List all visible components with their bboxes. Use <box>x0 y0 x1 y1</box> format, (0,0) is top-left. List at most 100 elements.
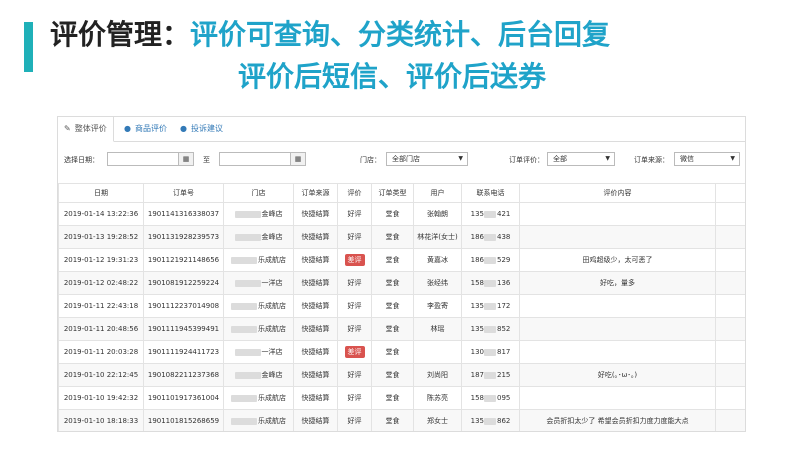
column-header[interactable]: 评价 <box>337 183 372 203</box>
phone-suffix: 438 <box>497 233 511 241</box>
tab-overall-review[interactable]: ✎ 整体评价 <box>58 117 114 142</box>
tab-complaints[interactable]: ● 投诉建议 <box>174 117 229 141</box>
store-name: 金峰店 <box>261 210 283 218</box>
caret-down-icon: ▼ <box>730 155 735 162</box>
redacted-blur <box>234 371 261 379</box>
cell-order-number: 1901121921148656 <box>143 248 224 272</box>
cell-order-number: 1901131928239573 <box>143 225 224 249</box>
store-name: 一洋店 <box>261 348 283 356</box>
tab-label: 整体评价 <box>74 124 107 133</box>
calendar-icon[interactable]: ▦ <box>290 153 305 165</box>
column-header[interactable]: 订单来源 <box>293 183 338 203</box>
rating-badge: 好评 <box>347 394 362 402</box>
store-select[interactable]: 全部门店 ▼ <box>386 152 468 166</box>
cell-empty <box>715 202 745 226</box>
redacted-blur <box>234 279 261 287</box>
cell-order-type: 堂食 <box>371 340 414 364</box>
phone-prefix: 186 <box>470 233 484 241</box>
cell-empty <box>715 294 745 318</box>
cell-phone: 135 421 <box>461 202 520 226</box>
phone-suffix: 136 <box>497 279 511 287</box>
phone-suffix: 862 <box>497 417 511 425</box>
source-select[interactable]: 微信 ▼ <box>674 152 740 166</box>
cell-date: 2019-01-11 22:43:18 <box>58 294 144 318</box>
table-row[interactable]: 2019-01-10 22:12:45 1901082211237368 金峰店 快捷… <box>58 363 745 387</box>
table-row[interactable]: 2019-01-11 22:43:18 1901112237014908 乐成航店快… <box>58 294 745 318</box>
column-header[interactable]: 订单号 <box>143 183 224 203</box>
phone-prefix: 158 <box>470 394 484 402</box>
tab-label: 投诉建议 <box>190 124 223 133</box>
cell-rating: 好评 <box>337 202 372 226</box>
table-row[interactable]: 2019-01-10 18:18:33 1901101815268659 乐成航店快… <box>58 409 745 431</box>
source-select-value: 微信 <box>680 155 694 163</box>
cell-order-type: 堂食 <box>371 271 414 295</box>
rating-badge: 好评 <box>347 371 362 379</box>
cell-phone: 186 438 <box>461 225 520 249</box>
table-row[interactable]: 2019-01-11 20:48:56 1901111945399491 乐成航店快… <box>58 317 745 341</box>
table-row[interactable]: 2019-01-12 19:31:23 1901121921148656 乐成航店快… <box>58 248 745 272</box>
column-header[interactable]: 评价内容 <box>519 183 716 203</box>
cell-phone: 158 095 <box>461 386 520 410</box>
table-row[interactable]: 2019-01-14 13:22:36 1901141316338037 金峰店 快捷… <box>58 202 745 226</box>
date-label: 选择日期： <box>64 156 99 164</box>
cell-empty <box>715 248 745 272</box>
header-title: 评价管理： <box>50 18 191 51</box>
rating-badge: 好评 <box>347 325 362 333</box>
phone-prefix: 158 <box>470 279 484 287</box>
table-row[interactable]: 2019-01-11 20:03:28 1901111924411723 一洋店 快捷… <box>58 340 745 364</box>
cell-date: 2019-01-11 20:03:28 <box>58 340 144 364</box>
source-label: 订单来源： <box>634 156 669 164</box>
phone-prefix: 186 <box>470 256 484 264</box>
redacted-blur <box>231 417 257 425</box>
cell-store: 乐成航店 <box>223 409 294 431</box>
redacted-blur <box>231 394 257 402</box>
redacted-blur <box>484 394 496 402</box>
caret-down-icon: ▼ <box>458 155 463 162</box>
tab-product-review[interactable]: ● 商品评价 <box>118 117 173 141</box>
rating-badge: 好评 <box>347 279 362 287</box>
table-row[interactable]: 2019-01-12 02:48:22 1901081912259224 一洋店 快捷… <box>58 271 745 295</box>
cell-review-content <box>519 225 716 249</box>
column-header[interactable]: 门店 <box>223 183 294 203</box>
cell-order-source: 快捷结算 <box>293 271 338 295</box>
phone-suffix: 852 <box>497 325 511 333</box>
redacted-blur <box>484 279 496 287</box>
rating-select[interactable]: 全部 ▼ <box>547 152 615 166</box>
store-select-value: 全部门店 <box>392 155 420 163</box>
cell-order-type: 堂食 <box>371 202 414 226</box>
cell-review-content: 好吃(｡･ω･｡) <box>519 363 716 387</box>
cell-order-source: 快捷结算 <box>293 340 338 364</box>
cell-date: 2019-01-12 19:31:23 <box>58 248 144 272</box>
redacted-blur <box>234 348 261 356</box>
calendar-icon[interactable]: ▦ <box>178 153 193 165</box>
column-header[interactable]: 订单类型 <box>371 183 414 203</box>
cell-empty <box>715 225 745 249</box>
cell-rating: 好评 <box>337 363 372 387</box>
redacted-blur <box>484 233 496 241</box>
cell-store: 乐成航店 <box>223 317 294 341</box>
cell-rating: 差评 <box>337 340 372 364</box>
rating-badge: 差评 <box>344 254 365 266</box>
rating-badge: 好评 <box>347 302 362 310</box>
end-date-input[interactable]: ▦ <box>219 152 306 166</box>
cell-review-content <box>519 202 716 226</box>
phone-suffix: 421 <box>497 210 511 218</box>
start-date-input[interactable]: ▦ <box>107 152 194 166</box>
cell-date: 2019-01-13 19:28:52 <box>58 225 144 249</box>
table-row[interactable]: 2019-01-13 19:28:52 1901131928239573 金峰店 快捷… <box>58 225 745 249</box>
cell-rating: 好评 <box>337 225 372 249</box>
store-name: 金峰店 <box>261 371 283 379</box>
column-header[interactable]: 用户 <box>413 183 462 203</box>
rating-select-value: 全部 <box>553 155 567 163</box>
column-header[interactable]: 日期 <box>58 183 144 203</box>
redacted-blur <box>484 417 496 425</box>
phone-prefix: 135 <box>470 210 484 218</box>
cell-user: 郑女士 <box>413 409 462 431</box>
rating-badge: 好评 <box>347 417 362 425</box>
cell-order-number: 1901081912259224 <box>143 271 224 295</box>
table-row[interactable]: 2019-01-10 19:42:32 1901101917361004 乐成航店快… <box>58 386 745 410</box>
cell-order-type: 堂食 <box>371 248 414 272</box>
column-header[interactable]: 联系电话 <box>461 183 520 203</box>
redacted-blur <box>484 371 496 379</box>
phone-suffix: 817 <box>497 348 511 356</box>
